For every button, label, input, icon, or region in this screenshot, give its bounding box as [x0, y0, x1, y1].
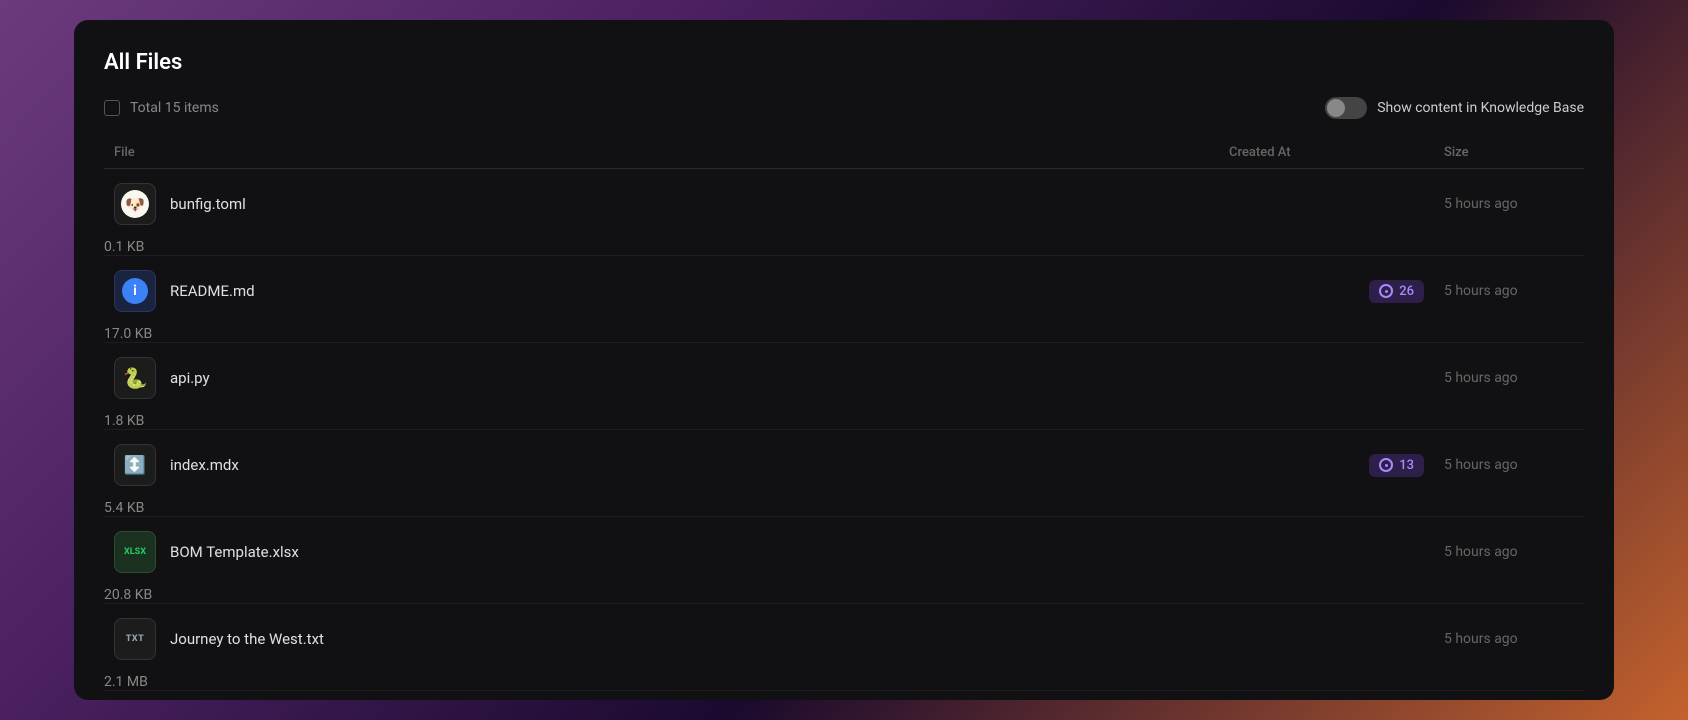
- select-all-checkbox[interactable]: [104, 100, 120, 116]
- toolbar: Total 15 items Show content in Knowledge…: [104, 97, 1584, 119]
- file-icon-md: i: [114, 270, 156, 312]
- main-panel: All Files Total 15 items Show content in…: [74, 20, 1614, 700]
- file-size: 5.4 KB: [104, 500, 1224, 516]
- knowledge-base-toggle-area: Show content in Knowledge Base: [1325, 97, 1584, 119]
- total-items-label: Total 15 items: [130, 100, 219, 116]
- file-size: 17.0 KB: [104, 326, 1224, 342]
- badge-count: 26: [1399, 284, 1414, 299]
- file-size: 20.8 KB: [104, 587, 1224, 603]
- created-at: 5 hours ago: [1444, 457, 1584, 473]
- created-at: 5 hours ago: [1444, 631, 1584, 647]
- col-header-file: File: [104, 145, 1224, 160]
- panel-title: All Files: [104, 50, 1584, 75]
- file-icon-txt: TXT: [114, 618, 156, 660]
- table-row[interactable]: ↕️ index.mdx 13 5 hours ago 5.4 KB: [104, 430, 1584, 517]
- table-row[interactable]: PDF rbgzsab.pdf 3 2 days ago 477.7 KB: [104, 691, 1584, 700]
- table-row[interactable]: XLSX BOM Template.xlsx 5 hours ago 20.8 …: [104, 517, 1584, 604]
- table-row[interactable]: 🐍 api.py 5 hours ago 1.8 KB: [104, 343, 1584, 430]
- file-name: Journey to the West.txt: [170, 630, 324, 648]
- file-name: README.md: [170, 282, 255, 300]
- badge-icon: [1379, 458, 1393, 472]
- file-cell: i README.md: [104, 256, 1224, 326]
- created-at: 5 hours ago: [1444, 370, 1584, 386]
- created-at: 5 hours ago: [1444, 196, 1584, 212]
- file-cell: PDF rbgzsab.pdf: [104, 691, 1224, 700]
- file-cell: ↕️ index.mdx: [104, 430, 1224, 500]
- table-body: 🐶 bunfig.toml 5 hours ago 0.1 KB i READM…: [104, 169, 1584, 700]
- xlsx-label: XLSX: [124, 547, 146, 557]
- file-name: index.mdx: [170, 456, 239, 474]
- table-header: File Created At Size: [104, 137, 1584, 169]
- file-name: bunfig.toml: [170, 195, 246, 213]
- bun-emoji: 🐶: [125, 195, 145, 214]
- mdx-arrows: ↕️: [124, 455, 146, 476]
- knowledge-badge: 13: [1369, 454, 1424, 477]
- info-circle: i: [122, 278, 148, 304]
- col-header-size: Size: [1444, 145, 1584, 160]
- created-at: 5 hours ago: [1444, 544, 1584, 560]
- txt-label: TXT: [126, 634, 145, 644]
- total-items-area: Total 15 items: [104, 100, 219, 116]
- knowledge-base-toggle[interactable]: [1325, 97, 1367, 119]
- file-size: 1.8 KB: [104, 413, 1224, 429]
- table-row[interactable]: TXT Journey to the West.txt 5 hours ago …: [104, 604, 1584, 691]
- python-emoji: 🐍: [123, 366, 148, 390]
- file-cell: TXT Journey to the West.txt: [104, 604, 1224, 674]
- file-icon-py: 🐍: [114, 357, 156, 399]
- file-icon-mdx: ↕️: [114, 444, 156, 486]
- knowledge-base-toggle-label: Show content in Knowledge Base: [1377, 100, 1584, 116]
- file-icon-xlsx: XLSX: [114, 531, 156, 573]
- file-name: api.py: [170, 369, 210, 387]
- badge-area: 26: [1224, 280, 1444, 303]
- table-row[interactable]: i README.md 26 5 hours ago 17.0 KB: [104, 256, 1584, 343]
- col-header-created: Created At: [1224, 145, 1444, 160]
- badge-count: 13: [1399, 458, 1414, 473]
- file-name: BOM Template.xlsx: [170, 543, 299, 561]
- file-icon-bunfig: 🐶: [114, 183, 156, 225]
- created-at: 5 hours ago: [1444, 283, 1584, 299]
- badge-icon: [1379, 284, 1393, 298]
- file-size: 0.1 KB: [104, 239, 1224, 255]
- badge-area: 13: [1224, 454, 1444, 477]
- file-cell: 🐶 bunfig.toml: [104, 169, 1224, 239]
- table-row[interactable]: 🐶 bunfig.toml 5 hours ago 0.1 KB: [104, 169, 1584, 256]
- file-cell: 🐍 api.py: [104, 343, 1224, 413]
- file-cell: XLSX BOM Template.xlsx: [104, 517, 1224, 587]
- knowledge-badge: 26: [1369, 280, 1424, 303]
- file-size: 2.1 MB: [104, 674, 1224, 690]
